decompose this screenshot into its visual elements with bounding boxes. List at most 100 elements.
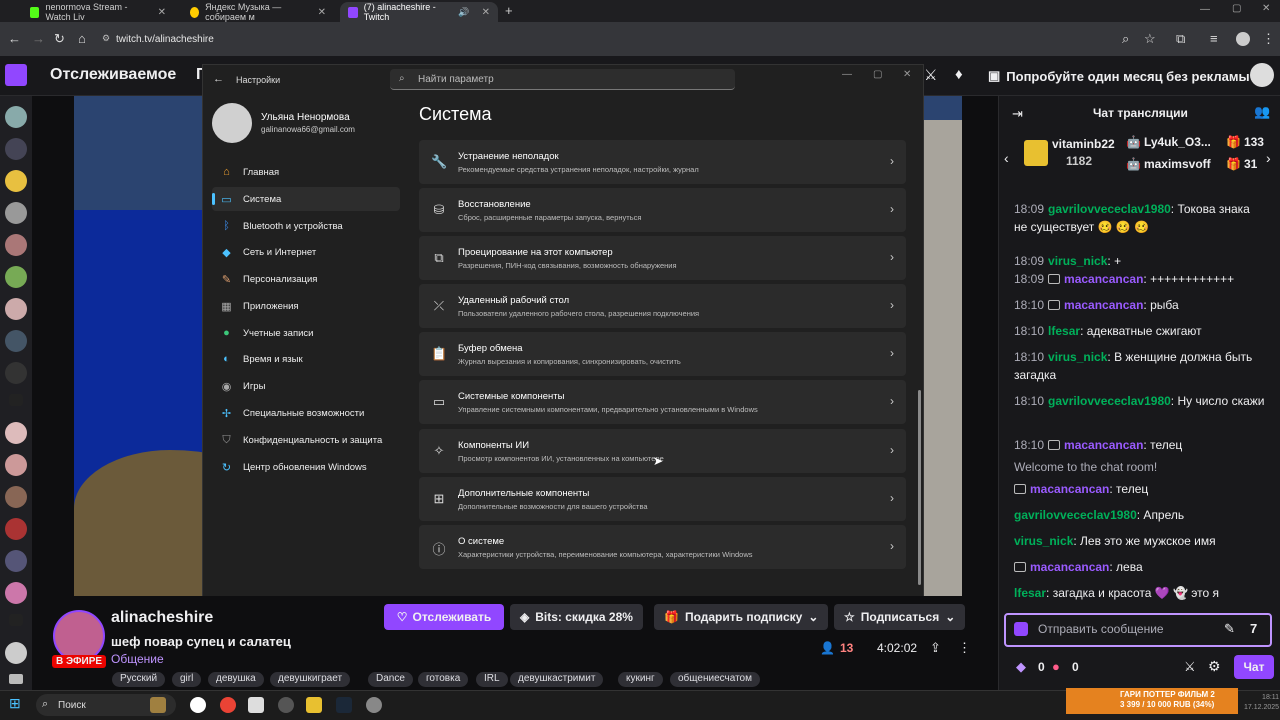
twitch-logo-icon[interactable] xyxy=(5,64,27,86)
minimize-icon[interactable]: — xyxy=(842,69,852,80)
settings-row-recovery[interactable]: ⛁ Восстановление Сброс, расширенные параме… xyxy=(419,188,906,232)
stream-tag[interactable]: IRL xyxy=(476,672,508,687)
bookmark-star-icon[interactable]: ☆ xyxy=(1144,31,1156,47)
collapse-chat-icon[interactable]: ⇥ xyxy=(1012,106,1023,122)
gear-icon[interactable]: ⚙ xyxy=(1208,658,1221,675)
back-arrow-icon[interactable]: ← xyxy=(213,73,224,85)
chrome-icon[interactable] xyxy=(220,697,236,713)
chevron-right-icon[interactable]: › xyxy=(1266,150,1271,166)
message-username[interactable]: gavrilovvececlav1980 xyxy=(1014,508,1137,522)
settings-nav-personalization[interactable]: ✎ Персонализация xyxy=(212,267,400,291)
profile-avatar[interactable] xyxy=(212,103,252,143)
settings-row-system-components[interactable]: ▭ Системные компоненты Управление системны… xyxy=(419,380,906,424)
message-username[interactable]: virus_nick xyxy=(1048,350,1107,364)
settings-nav-accessibility[interactable]: ✢ Специальные возможности xyxy=(212,401,400,425)
message-username[interactable]: lfesar xyxy=(1014,586,1046,600)
settings-nav-gaming[interactable]: ◉ Игры xyxy=(212,374,400,398)
gifter-row[interactable]: 🤖 maximsvoff xyxy=(1126,157,1211,171)
message-username[interactable]: lfesar xyxy=(1048,324,1080,338)
steam-icon[interactable] xyxy=(336,697,352,713)
chat-identity-icon[interactable] xyxy=(1014,622,1028,636)
bits-discount-button[interactable]: ◈ Bits: скидка 28% xyxy=(510,604,643,630)
message-username[interactable]: macancancan xyxy=(1030,560,1109,574)
points-icon[interactable]: ● xyxy=(1052,659,1060,674)
speaker-icon[interactable]: 🔊 xyxy=(458,7,469,18)
share-icon[interactable]: ⇪ xyxy=(930,640,941,656)
message-username[interactable]: gavrilovvececlav1980 xyxy=(1048,202,1171,216)
settings-row-optional-features[interactable]: ⊞ Дополнительные компоненты Дополнительные… xyxy=(419,477,906,521)
zoom-icon[interactable]: ⌕ xyxy=(1122,31,1129,47)
app-icon[interactable] xyxy=(248,697,264,713)
user-avatar[interactable] xyxy=(1250,63,1274,87)
close-icon[interactable]: ✕ xyxy=(158,7,166,18)
back-icon[interactable]: ← xyxy=(8,31,21,46)
stream-tag[interactable]: девушкастримит xyxy=(510,672,604,687)
browser-tab[interactable]: nenormova Stream - Watch Liv ✕ xyxy=(22,2,174,22)
gifter-row[interactable]: 🤖 Ly4uk_O3... xyxy=(1126,135,1211,149)
follow-button[interactable]: ♡ Отслеживать xyxy=(384,604,504,630)
maximize-icon[interactable]: ▢ xyxy=(1232,3,1241,14)
message-username[interactable]: virus_nick xyxy=(1014,534,1073,548)
menu-kebab-icon[interactable]: ⋮ xyxy=(1262,31,1275,47)
message-username[interactable]: gavrilovvececlav1980 xyxy=(1048,394,1171,408)
promo-ad-free[interactable]: ▣ Попробуйте один месяц без рекламы xyxy=(988,64,1250,88)
settings-row-clipboard[interactable]: 📋 Буфер обмена Журнал вырезания и копирова… xyxy=(419,332,906,376)
bits-gem-icon[interactable]: ♦ xyxy=(955,66,963,83)
stream-tag[interactable]: девушка xyxy=(208,672,264,687)
settings-row-about[interactable]: ⓘ О системе Характеристики устройства, пер… xyxy=(419,525,906,569)
settings-row-remote-desktop[interactable]: ⤫ Удаленный рабочий стол Пользователи удал… xyxy=(419,284,906,328)
minimize-icon[interactable]: — xyxy=(1200,4,1210,15)
gifter-name[interactable]: vitaminb22 xyxy=(1052,137,1115,151)
settings-nav-system[interactable]: ▭ Система xyxy=(212,187,400,211)
gift-sub-button[interactable]: 🎁 Подарить подписку ⌄ xyxy=(654,604,829,630)
settings-nav-time-language[interactable]: ◐ Время и язык xyxy=(212,347,400,371)
yandex-browser-icon[interactable] xyxy=(190,697,206,713)
forward-icon[interactable]: → xyxy=(32,31,45,46)
stream-tag[interactable]: кукинг xyxy=(618,672,663,687)
settings-nav-apps[interactable]: ▦ Приложения xyxy=(212,294,400,318)
chevron-left-icon[interactable]: ‹ xyxy=(1004,150,1009,166)
close-icon[interactable]: ✕ xyxy=(482,7,490,18)
stream-tag[interactable]: girl xyxy=(172,672,202,687)
bits-icon[interactable]: ◆ xyxy=(1016,659,1026,675)
message-username[interactable]: macancancan xyxy=(1064,272,1143,286)
seventv-icon[interactable]: 7 xyxy=(1250,621,1257,636)
windows-start-icon[interactable]: ⊞ xyxy=(9,695,21,712)
browser-tab-active[interactable]: (7) alinacheshire - Twitch 🔊 ✕ xyxy=(340,2,498,22)
taskbar-widget-icon[interactable] xyxy=(150,697,166,713)
mod-tools-icon[interactable]: ⚔ xyxy=(1184,659,1196,675)
close-window-icon[interactable]: ✕ xyxy=(1262,3,1270,14)
settings-row-projecting[interactable]: ⧉ Проецирование на этот компьютер Разрешен… xyxy=(419,236,906,280)
settings-row-troubleshoot[interactable]: 🔧 Устранение неполадок Рекомендуемые средс… xyxy=(419,140,906,184)
stream-tag[interactable]: готовка xyxy=(418,672,469,687)
home-icon[interactable]: ⌂ xyxy=(78,31,86,46)
profile-avatar-icon[interactable] xyxy=(1236,32,1250,46)
media-icon[interactable]: ≡ xyxy=(1210,31,1218,46)
close-icon[interactable]: ✕ xyxy=(903,69,911,80)
message-username[interactable]: macancancan xyxy=(1064,298,1143,312)
settings-nav-accounts[interactable]: ● Учетные записи xyxy=(212,321,400,345)
settings-nav-windows-update[interactable]: ↻ Центр обновления Windows xyxy=(212,455,400,479)
settings-nav-network[interactable]: ◆ Сеть и Интернет xyxy=(212,240,400,264)
settings-nav-home[interactable]: ⌂ Главная xyxy=(212,160,400,184)
settings-gear-icon[interactable] xyxy=(366,697,382,713)
maximize-icon[interactable]: ▢ xyxy=(873,69,882,80)
site-info-icon[interactable]: ⚙ xyxy=(102,33,110,44)
new-tab-button[interactable]: + xyxy=(505,3,513,18)
reload-icon[interactable]: ↻ xyxy=(54,31,65,47)
close-icon[interactable]: ✕ xyxy=(318,7,326,18)
message-username[interactable]: macancancan xyxy=(1064,438,1143,452)
stream-tag[interactable]: девушкиграет xyxy=(270,672,351,687)
streamer-name[interactable]: alinacheshire xyxy=(111,609,213,627)
more-kebab-icon[interactable]: ⋮ xyxy=(958,640,971,656)
subscribe-button[interactable]: ☆ Подписаться ⌄ xyxy=(834,604,966,630)
address-bar[interactable]: ⚙ twitch.tv/alinacheshire xyxy=(98,28,1098,50)
stream-tag[interactable]: общениесчатом xyxy=(670,672,760,687)
message-username[interactable]: virus_nick xyxy=(1048,254,1107,268)
settings-nav-bluetooth[interactable]: ᛒ Bluetooth и устройства xyxy=(212,214,400,238)
app-icon[interactable] xyxy=(306,697,322,713)
browser-tab[interactable]: Яндекс Музыка — собираем м ✕ xyxy=(182,2,334,22)
settings-nav-privacy[interactable]: ⛉ Конфиденциальность и защита xyxy=(212,428,400,452)
stream-category[interactable]: Общение xyxy=(111,652,164,666)
taskbar-clock[interactable]: 18:11 17.12.2025 xyxy=(1244,693,1279,713)
